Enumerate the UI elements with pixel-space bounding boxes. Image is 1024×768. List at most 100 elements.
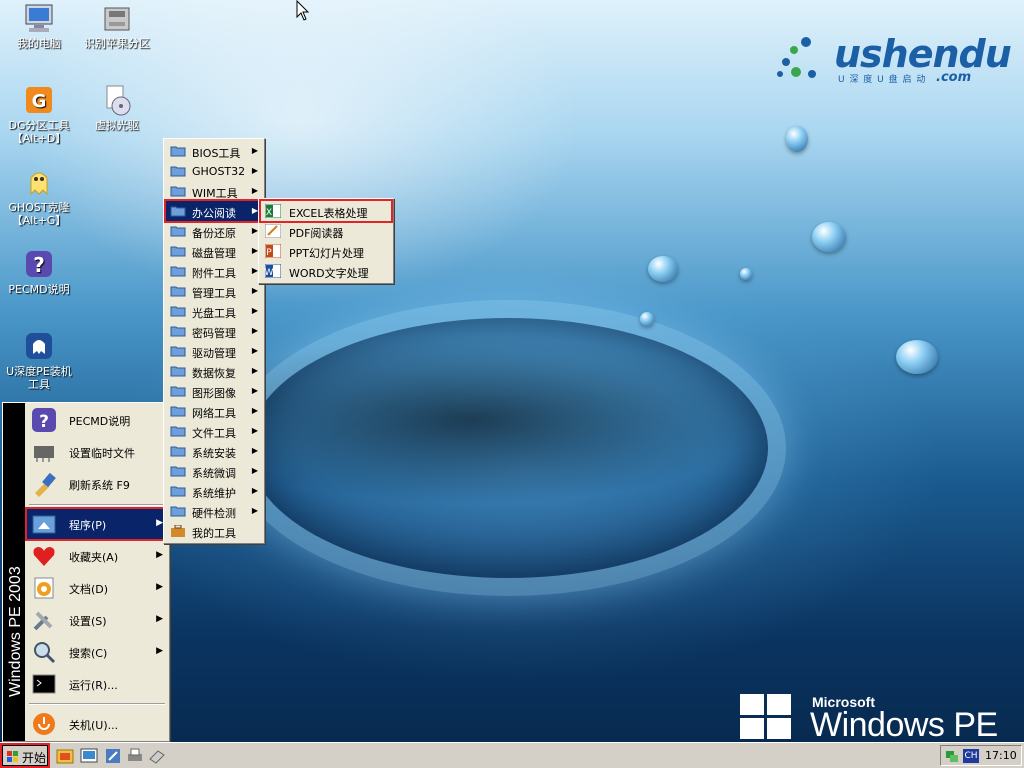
programs-item-label: 文件工具: [192, 427, 236, 440]
programs-item-label: 备份还原: [192, 227, 236, 240]
chevron-right-icon: ▶: [251, 426, 258, 435]
desktop-icon-label: 虚拟光驱: [95, 119, 139, 132]
svg-text:X: X: [266, 208, 272, 218]
programs-item-label: 硬件检测: [192, 507, 236, 520]
printer-icon[interactable]: [126, 747, 144, 765]
start-menu-banner: Windows PE 2003: [3, 403, 25, 741]
desktop-icon-label: U深度PE装机 工具: [6, 365, 72, 391]
desktop-icon-my-computer[interactable]: 我的电脑: [1, 2, 77, 50]
programs-item[interactable]: 网络工具 ▶: [166, 401, 262, 421]
ime-indicator[interactable]: CH: [963, 749, 979, 763]
programs-item[interactable]: 办公阅读 ▶: [164, 199, 264, 223]
office-item-label: PDF阅读器: [289, 227, 344, 240]
start-item-run[interactable]: 运行(R)...: [27, 669, 167, 699]
svg-text:?: ?: [33, 253, 45, 277]
programs-item[interactable]: 附件工具 ▶: [166, 261, 262, 281]
desktop-icon-pe-installer[interactable]: U深度PE装机 工具: [1, 330, 77, 391]
programs-item-label: 密码管理: [192, 327, 236, 340]
desktop-icon-diskgenius[interactable]: G DG分区工具 【Alt+D】: [1, 84, 77, 145]
programs-folder-icon: [31, 511, 57, 537]
search-icon: [31, 639, 57, 665]
desktop-icon-pecmd-help[interactable]: ? PECMD说明: [1, 248, 77, 296]
start-item-temp-files[interactable]: 设置临时文件: [27, 437, 167, 467]
programs-item[interactable]: 图形图像 ▶: [166, 381, 262, 401]
chevron-right-icon: ▶: [251, 326, 258, 335]
programs-item-label: 办公阅读: [192, 207, 236, 220]
start-item-search[interactable]: 搜索(C) ▶: [27, 637, 167, 667]
excel-icon: X: [264, 203, 282, 219]
desktop-show-icon[interactable]: [80, 747, 98, 765]
programs-item[interactable]: 备份还原 ▶: [166, 221, 262, 241]
programs-item[interactable]: 驱动管理 ▶: [166, 341, 262, 361]
programs-item[interactable]: 系统微调 ▶: [166, 461, 262, 481]
start-item-settings[interactable]: 设置(S) ▶: [27, 605, 167, 635]
logo-wordmark: ushendu: [834, 32, 1012, 76]
toolbox-icon: [171, 525, 185, 537]
water-drop: [812, 222, 846, 252]
start-item-favorites[interactable]: 收藏夹(A) ▶: [27, 541, 167, 571]
programs-item[interactable]: 磁盘管理 ▶: [166, 241, 262, 261]
start-item-label: 刷新系统 F9: [69, 479, 130, 492]
ushendu-logo: ushendu U 深 度 U 盘 启 动 .com: [776, 30, 1012, 86]
os-name-label: Windows PE: [810, 706, 998, 744]
programs-item-label: 磁盘管理: [192, 247, 236, 260]
programs-item[interactable]: GHOST32 ▶: [166, 161, 262, 181]
office-item-excel[interactable]: X EXCEL表格处理: [259, 199, 393, 223]
windows-flag-icon: [740, 694, 792, 740]
installer-icon: [23, 330, 55, 362]
programs-item[interactable]: WIM工具 ▶: [166, 181, 262, 201]
start-item-shutdown[interactable]: 关机(U)...: [27, 709, 167, 739]
diskgenius-icon: G: [23, 84, 55, 116]
start-item-label: 程序(P): [69, 519, 107, 532]
eraser-icon[interactable]: [148, 747, 166, 765]
chevron-right-icon: ▶: [251, 366, 258, 375]
desktop-icon-apple-partition[interactable]: 识别苹果分区: [79, 2, 155, 50]
start-item-documents[interactable]: 文档(D) ▶: [27, 573, 167, 603]
tool-icon[interactable]: [104, 747, 122, 765]
water-drop: [640, 312, 654, 326]
start-item-refresh[interactable]: 刷新系统 F9: [27, 469, 167, 499]
taskbar: 开始 CH 17:10: [0, 742, 1024, 768]
water-drop: [648, 256, 678, 282]
office-item-word[interactable]: W WORD文字处理: [261, 261, 391, 281]
start-button[interactable]: 开始: [0, 743, 50, 768]
start-item-label: 设置临时文件: [69, 447, 135, 460]
desktop-icon-ghost[interactable]: GHOST克隆 【Alt+G】: [1, 166, 77, 227]
programs-item[interactable]: 光盘工具 ▶: [166, 301, 262, 321]
programs-item-label: 我的工具: [192, 527, 236, 540]
programs-item[interactable]: 数据恢复 ▶: [166, 361, 262, 381]
start-item-pecmd-help[interactable]: ? PECMD说明: [27, 405, 167, 435]
chevron-right-icon: ▶: [156, 582, 163, 592]
windows-logo-icon: [7, 751, 18, 762]
desktop-icon-virtual-cd[interactable]: 虚拟光驱: [79, 84, 155, 132]
clock: 17:10: [985, 749, 1017, 762]
folder-icon: [170, 186, 186, 197]
programs-item[interactable]: 管理工具 ▶: [166, 281, 262, 301]
folder-icon: [170, 226, 186, 237]
windows-pe-logo: Microsoft Windows PE: [740, 694, 1020, 744]
programs-item[interactable]: BIOS工具 ▶: [166, 141, 262, 161]
start-menu: Windows PE 2003 ? PECMD说明 设置临时文件 刷新系统 F9…: [2, 402, 170, 742]
office-item-label: EXCEL表格处理: [289, 207, 368, 220]
chevron-right-icon: ▶: [251, 186, 258, 195]
programs-item[interactable]: 密码管理 ▶: [166, 321, 262, 341]
folder-icon: [170, 326, 186, 337]
office-item-pdf[interactable]: PDF阅读器: [261, 221, 391, 241]
programs-item-label: 系统安装: [192, 447, 236, 460]
explorer-icon[interactable]: [56, 747, 74, 765]
folder-icon: [170, 286, 186, 297]
programs-item[interactable]: 硬件检测 ▶: [166, 501, 262, 521]
ghost-icon: [23, 166, 55, 198]
programs-item[interactable]: 系统安装 ▶: [166, 441, 262, 461]
start-item-programs[interactable]: 程序(P) ▶: [25, 507, 169, 541]
chevron-right-icon: ▶: [251, 446, 258, 455]
programs-item-label: 光盘工具: [192, 307, 236, 320]
programs-item[interactable]: 系统维护 ▶: [166, 481, 262, 501]
programs-item[interactable]: 文件工具 ▶: [166, 421, 262, 441]
chevron-right-icon: ▶: [251, 486, 258, 495]
network-icon[interactable]: [945, 749, 959, 763]
programs-item-label: 系统微调: [192, 467, 236, 480]
programs-item[interactable]: 我的工具: [166, 521, 262, 541]
office-item-ppt[interactable]: P PPT幻灯片处理: [261, 241, 391, 261]
start-item-label: 收藏夹(A): [69, 551, 119, 564]
